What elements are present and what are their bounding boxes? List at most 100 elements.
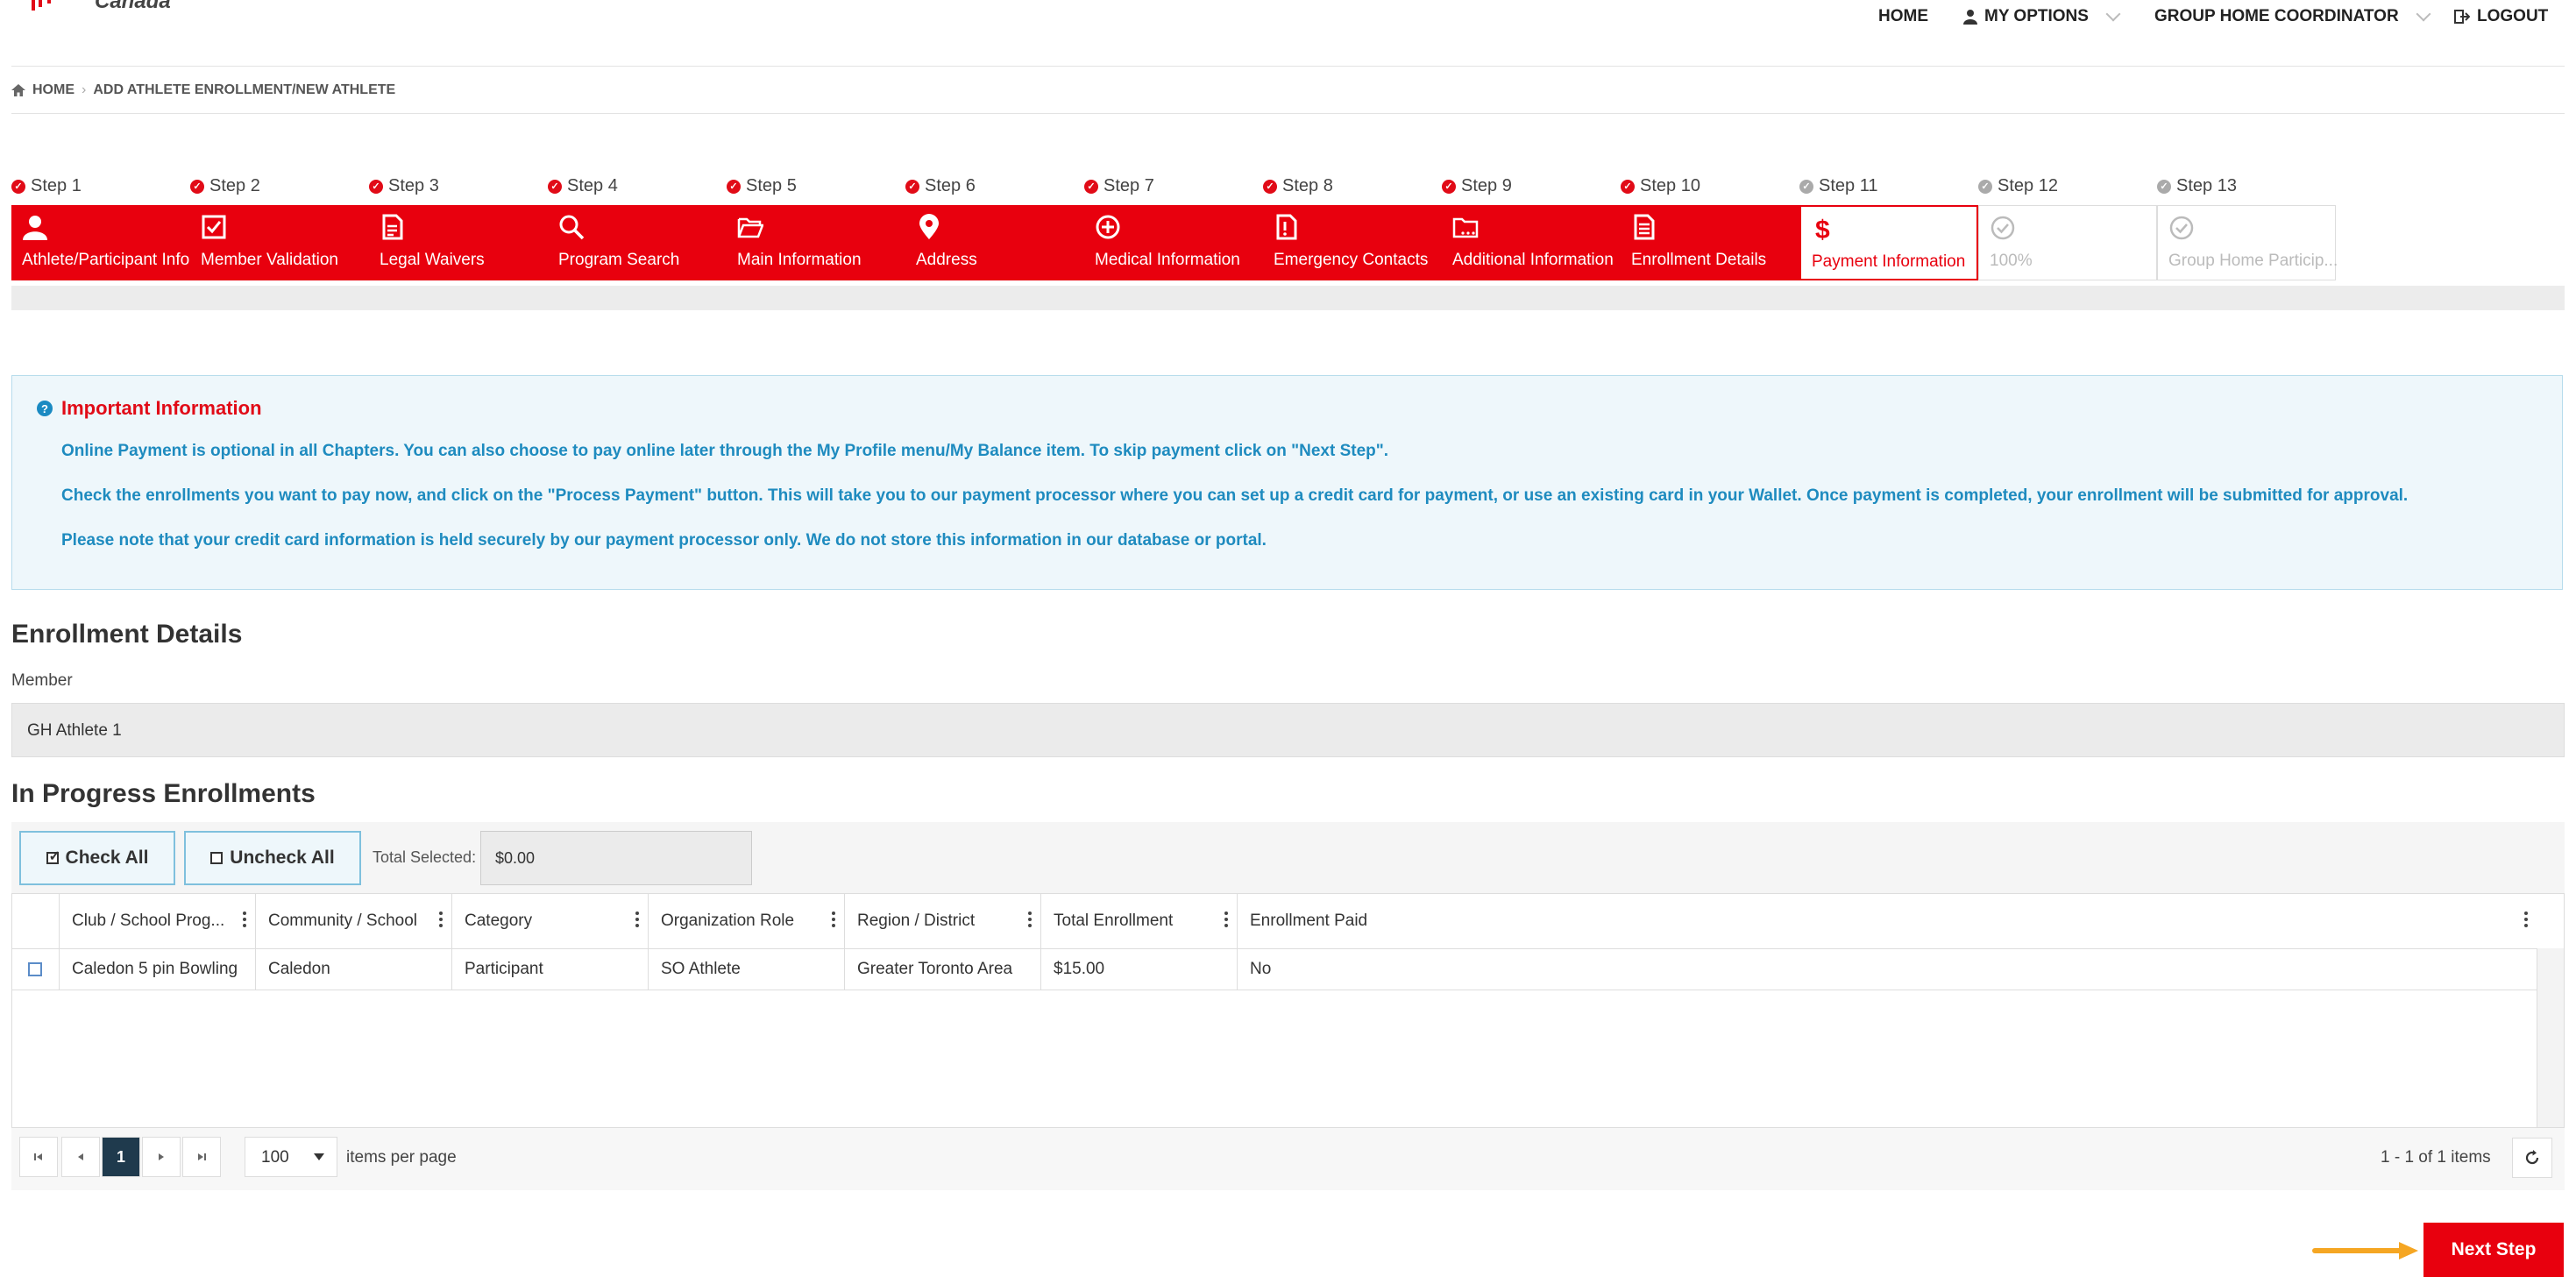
step-number: Step 12 [1998,176,2058,195]
total-selected-field: $0.00 [480,831,752,885]
step-label-9: ✓ Step 9 [1442,176,1512,196]
logout-icon [2454,10,2470,24]
column-header[interactable]: Region / District [844,894,1040,948]
wizard-step-label: Enrollment Details [1631,251,1767,269]
step-label-2: ✓ Step 2 [190,176,260,196]
nav-role[interactable]: GROUP HOME COORDINATOR [2154,6,2431,26]
wizard-step-payment-information[interactable]: $ Payment Information [1799,205,1978,280]
column-header[interactable]: Enrollment Paid [1237,894,2537,948]
prev-page-button[interactable] [61,1137,100,1177]
column-header-label: Community / School [268,912,418,930]
wizard-step-12[interactable]: 100% [1978,205,2157,280]
wizard-step-athlete-info[interactable]: Athlete/Participant Info [11,205,190,280]
info-line: Check the enrollments you want to pay no… [61,486,2409,505]
next-step-label: Next Step [2451,1239,2537,1259]
last-page-button[interactable] [182,1137,221,1177]
step-label-5: ✓ Step 5 [727,176,797,196]
column-header-label: Category [465,912,533,930]
step-label-1: ✓ Step 1 [11,176,82,196]
refresh-button[interactable] [2512,1138,2552,1178]
wizard-step-member-validation[interactable]: Member Validation [190,205,369,280]
divider [11,113,2565,114]
column-header-label: Organization Role [661,912,795,930]
search-icon [559,215,585,240]
uncheck-all-button[interactable]: Uncheck All [184,831,361,885]
wizard-step-label: Additional Information [1452,251,1614,269]
column-menu-icon[interactable] [439,912,443,930]
column-header[interactable]: Category [451,894,648,948]
divider [11,66,2565,67]
column-header[interactable]: Club / School Prog... [59,894,255,948]
page-1-button[interactable]: 1 [102,1137,140,1177]
column-menu-icon[interactable] [2524,912,2528,930]
column-menu-icon[interactable] [243,912,246,930]
row-checkbox[interactable] [28,962,42,976]
breadcrumb-separator: › [82,82,87,97]
column-header[interactable]: Total Enrollment [1040,894,1237,948]
column-menu-icon[interactable] [1028,912,1032,930]
plus-circle-icon [1096,215,1120,239]
step-label-8: ✓ Step 8 [1263,176,1333,196]
check-all-label: Check All [65,848,149,868]
check-icon: ✓ [548,179,562,194]
page-size-select[interactable]: 100 [245,1137,337,1177]
column-header[interactable]: Organization Role [648,894,844,948]
check-icon: ✓ [905,179,919,194]
check-icon: ✓ [1799,179,1813,194]
column-header-label: Total Enrollment [1054,912,1174,930]
wizard-step-label: Emergency Contacts [1274,251,1429,269]
check-icon: ✓ [1621,179,1635,194]
wizard-step-enrollment-details[interactable]: Enrollment Details [1621,205,1799,280]
last-page-icon [198,1153,206,1160]
check-icon: ✓ [11,179,25,194]
next-step-button[interactable]: Next Step [2423,1223,2564,1277]
table-row: Caledon 5 pin Bowling Caledon Participan… [12,949,2537,990]
wizard-step-program-search[interactable]: Program Search [548,205,727,280]
column-menu-icon[interactable] [1224,912,1228,930]
wizard-step-medical-information[interactable]: Medical Information [1084,205,1263,280]
checkbox-icon [202,215,226,239]
grid-scrollbar[interactable] [2537,948,2564,1127]
question-icon: ? [37,401,53,416]
dollar-icon: $ [1815,216,1830,242]
column-header[interactable]: Community / School [255,894,451,948]
first-page-button[interactable] [19,1137,58,1177]
header-select [12,894,59,948]
wizard-step-main-information[interactable]: Main Information [727,205,905,280]
column-menu-icon[interactable] [635,912,639,930]
wizard-step-13[interactable]: Group Home Particip... [2157,205,2337,280]
step-number: Step 3 [388,176,439,195]
wizard-step-label: Athlete/Participant Info [22,251,190,269]
check-all-button[interactable]: Check All [19,831,175,885]
grid-header: Club / School Prog... Community / School… [12,894,2537,949]
caret-down-icon [314,1153,324,1160]
nav-my-options-label: MY OPTIONS [1984,7,2089,25]
checkbox-empty-icon [210,852,224,864]
nav-home[interactable]: HOME [1878,7,1928,26]
nav-my-options[interactable]: MY OPTIONS [1963,6,2121,26]
wizard-step-address[interactable]: Address [905,205,1084,280]
chevron-down-icon [2105,6,2121,22]
nav-logout-label: LOGOUT [2477,7,2549,25]
cell-club-program: Caledon 5 pin Bowling [59,949,255,990]
row-select-cell [12,949,59,990]
wizard-step-additional-information[interactable]: Additional Information [1442,205,1621,280]
breadcrumb-home[interactable]: HOME [32,82,75,98]
first-page-icon [34,1153,42,1160]
wizard-step-emergency-contacts[interactable]: Emergency Contacts [1263,205,1442,280]
step-label-4: ✓ Step 4 [548,176,618,196]
member-label: Member [11,671,73,690]
wizard-step-label: Payment Information [1812,252,1966,271]
info-title-text: Important Information [61,397,262,419]
wizard-step-legal-waivers[interactable]: Legal Waivers [369,205,548,280]
step-number: Step 8 [1282,176,1333,195]
column-menu-icon[interactable] [832,912,835,930]
wizard-step-label: Medical Information [1095,251,1240,269]
next-page-button[interactable] [142,1137,181,1177]
important-info-box [11,375,2563,590]
nav-logout[interactable]: LOGOUT [2454,7,2548,26]
column-header-label: Club / School Prog... [72,912,225,930]
alert-doc-icon [1276,214,1297,240]
column-header-label: Enrollment Paid [1250,912,1368,930]
cell-community: Caledon [255,949,451,990]
